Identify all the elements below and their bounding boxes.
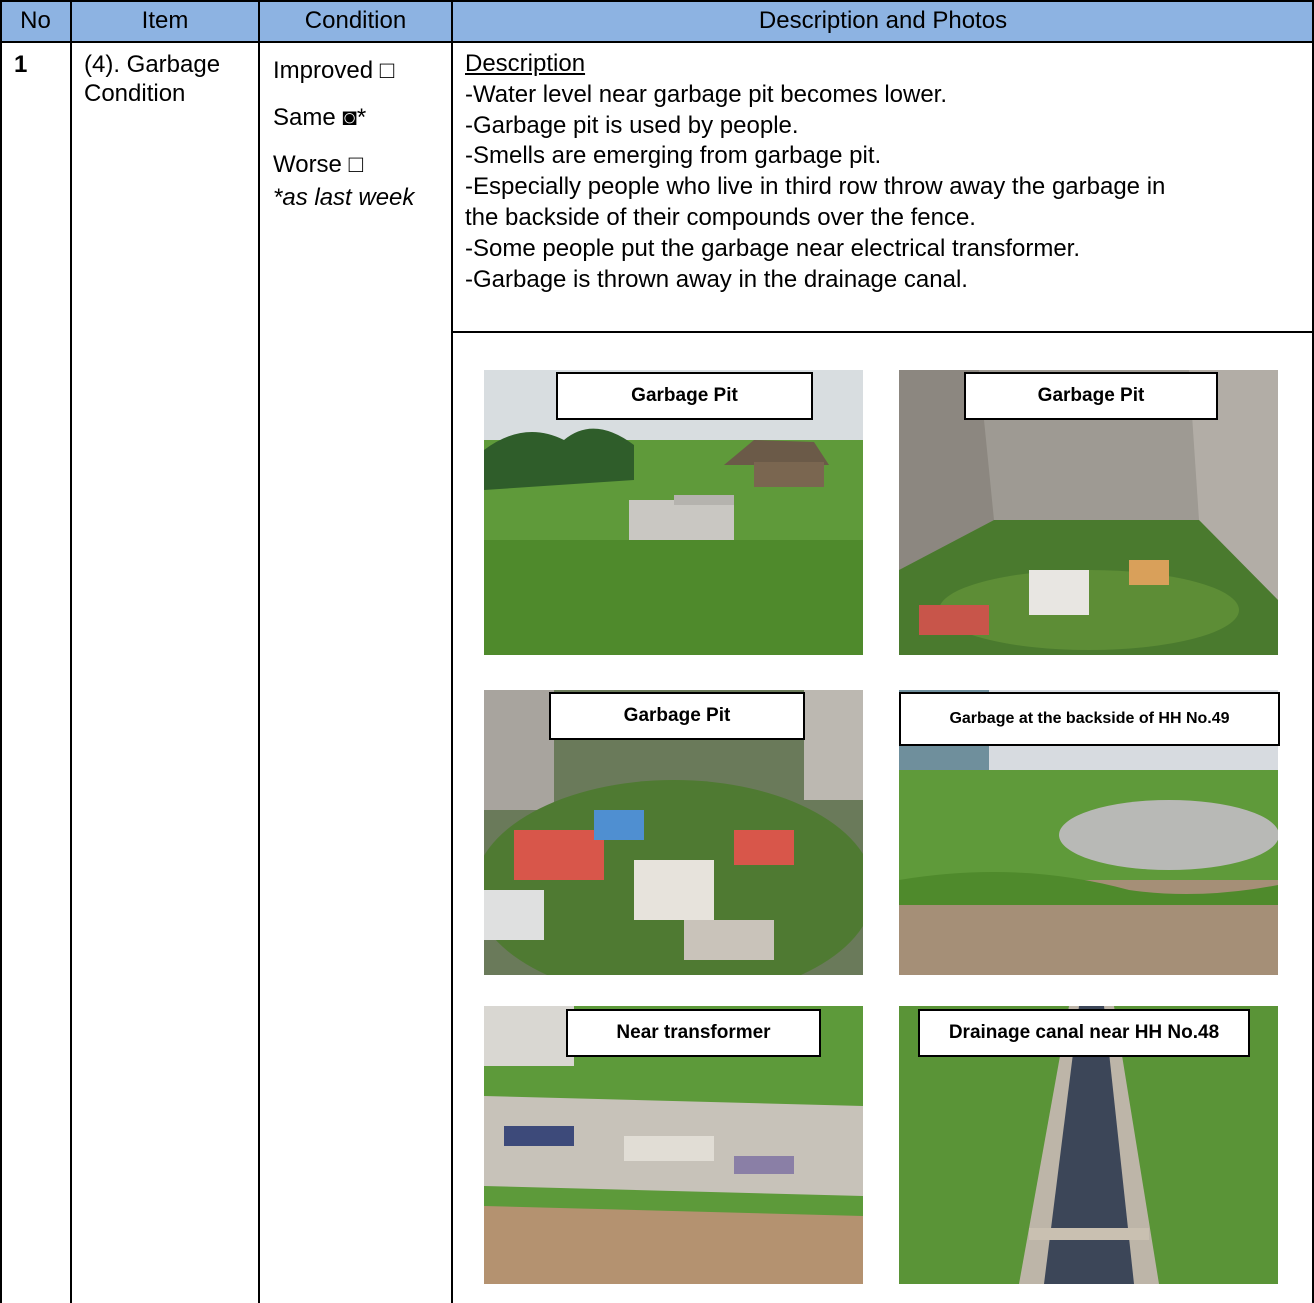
caption-box: Garbage Pit bbox=[556, 372, 813, 420]
left-border bbox=[0, 0, 2, 1303]
header-condition: Condition bbox=[259, 0, 452, 42]
description-line: -Garbage is thrown away in the drainage … bbox=[465, 265, 968, 293]
header-description: Description and Photos bbox=[452, 0, 1314, 42]
caption-box: Garbage Pit bbox=[549, 692, 805, 740]
item-cell: (4). Garbage Condition bbox=[84, 50, 256, 108]
condition-same: Same ◙* bbox=[273, 104, 367, 131]
condition-note: *as last week bbox=[273, 184, 415, 211]
top-border bbox=[0, 0, 1314, 2]
description-line: -Water level near garbage pit becomes lo… bbox=[465, 80, 948, 108]
description-line: -Smells are emerging from garbage pit. bbox=[465, 142, 882, 170]
description-line: -Some people put the garbage near electr… bbox=[465, 234, 1081, 262]
header-divider bbox=[0, 41, 1314, 43]
item-label-line1: (4). Garbage bbox=[84, 51, 221, 78]
description-line: -Garbage pit is used by people. bbox=[465, 111, 799, 139]
header-no: No bbox=[0, 0, 71, 42]
description-line: -Especially people who live in third row… bbox=[465, 173, 1166, 201]
description-cell: Description -Water level near garbage pi… bbox=[465, 49, 1305, 295]
description-heading: Description bbox=[465, 50, 586, 77]
caption-box: Drainage canal near HH No.48 bbox=[918, 1009, 1250, 1057]
caption-box: Near transformer bbox=[566, 1009, 821, 1057]
column-divider-no bbox=[70, 0, 72, 1303]
row-number: 1 bbox=[14, 51, 28, 78]
caption-box: Garbage Pit bbox=[964, 372, 1218, 420]
description-line: the backside of their compounds over the… bbox=[465, 203, 976, 231]
report-table: No Item Condition Description and Photos… bbox=[0, 0, 1314, 1303]
condition-cell: Improved □ Same ◙* Worse □ *as last week bbox=[273, 56, 451, 230]
header-item: Item bbox=[71, 0, 259, 42]
column-divider-item bbox=[258, 0, 260, 1303]
caption-box: Garbage at the backside of HH No.49 bbox=[899, 692, 1280, 746]
condition-improved: Improved □ bbox=[273, 57, 395, 84]
column-divider-condition bbox=[451, 0, 453, 1303]
description-photo-divider bbox=[452, 331, 1314, 333]
condition-worse: Worse □ bbox=[273, 151, 364, 178]
item-label-line2: Condition bbox=[84, 80, 186, 107]
